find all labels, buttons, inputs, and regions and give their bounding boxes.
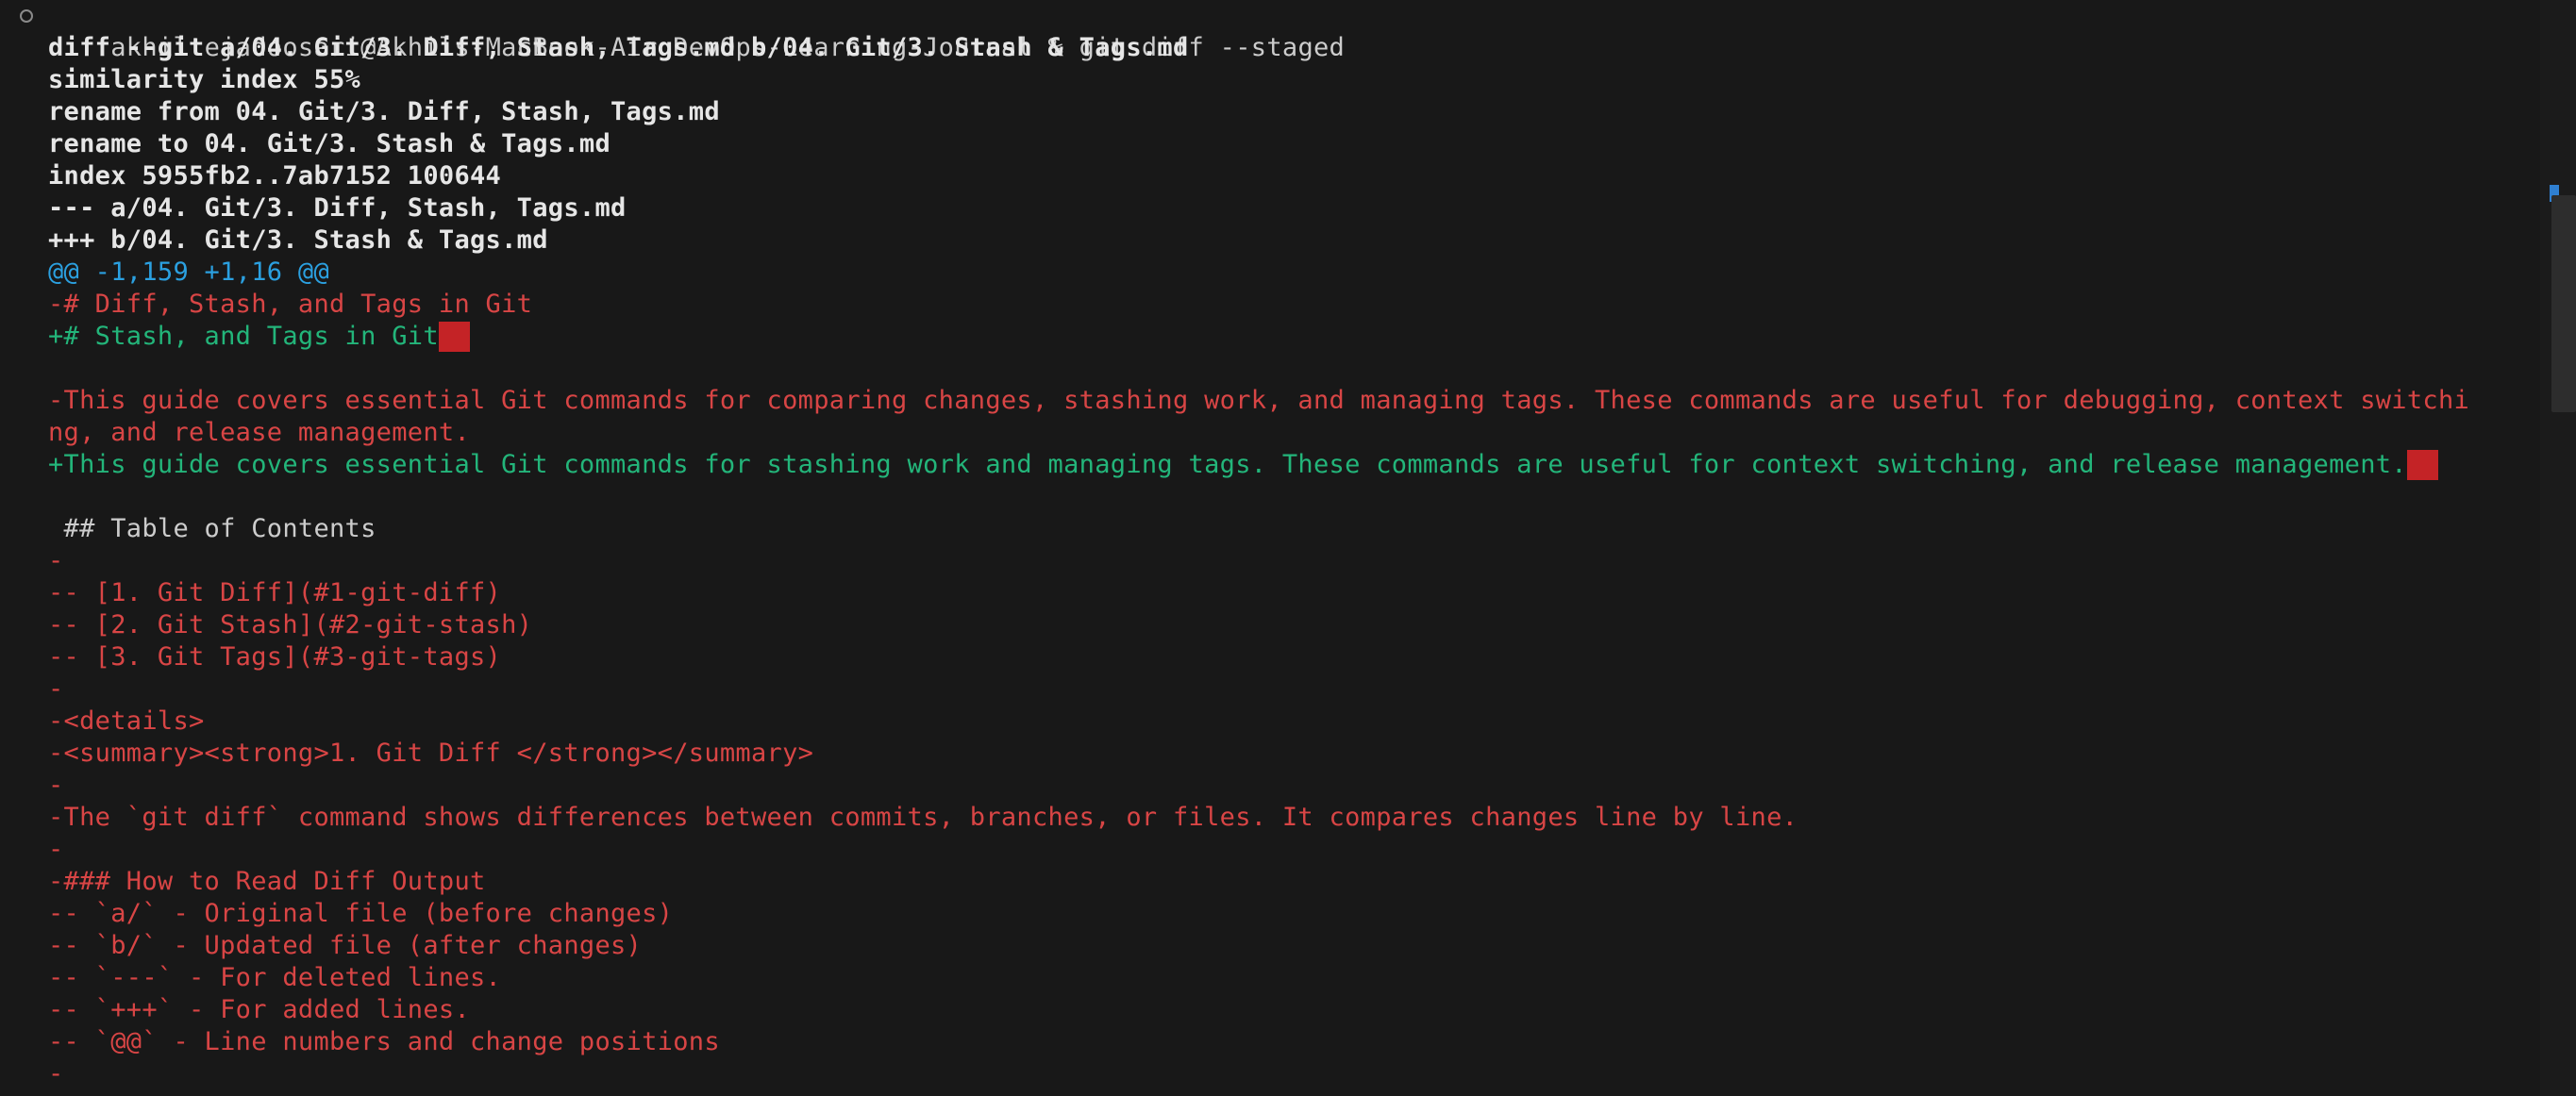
diff-line-text: @@ -1,159 +1,16 @@ (48, 257, 329, 287)
diff-line-del: - (0, 1058, 2540, 1090)
diff-line-text: ng, and release management. (48, 418, 470, 447)
diff-line-text: +# Stash, and Tags in Git (48, 322, 439, 351)
diff-line-text: -- `a/` - Original file (before changes) (48, 899, 674, 928)
prompt-status-circle-icon (20, 9, 33, 23)
diff-line-text: - (48, 771, 64, 800)
diff-line-text: -This guide covers essential Git command… (48, 386, 2470, 415)
diff-line-text: -<summary><strong>1. Git Diff </strong><… (48, 739, 814, 768)
diff-line-add: +This guide covers essential Git command… (0, 449, 2540, 481)
diff-line-meta: rename from 04. Git/3. Diff, Stash, Tags… (0, 96, 2540, 128)
diff-line-text: - (48, 835, 64, 864)
scrollbar-thumb[interactable] (2551, 195, 2576, 412)
diff-line-del: -- `+++` - For added lines. (0, 994, 2540, 1026)
diff-line-del: -### How to Read Diff Output (0, 866, 2540, 898)
diff-line-blank (0, 353, 2540, 385)
diff-line-del: -- [3. Git Tags](#3-git-tags) (0, 641, 2540, 673)
diff-line-text: -- `+++` - For added lines. (48, 995, 470, 1024)
command-prompt-line: akhiltejadoosari@Akhils-MacBook-Air DevO… (0, 0, 2540, 62)
diff-line-del: -- `---` - For deleted lines. (0, 962, 2540, 994)
diff-line-text: -- [1. Git Diff](#1-git-diff) (48, 578, 502, 607)
diff-line-text: -- [2. Git Stash](#2-git-stash) (48, 610, 533, 639)
diff-line-meta: similarity index 55% (0, 64, 2540, 96)
diff-line-text: - (48, 674, 64, 704)
diff-line-meta: --- a/04. Git/3. Diff, Stash, Tags.md (0, 192, 2540, 224)
diff-line-text: similarity index 55% (48, 65, 361, 94)
diff-line-del: -- `a/` - Original file (before changes) (0, 898, 2540, 930)
diff-line-text: -# Diff, Stash, and Tags in Git (48, 290, 533, 319)
diff-line-text: ## Table of Contents (48, 514, 376, 543)
diff-line-del: -This guide covers essential Git command… (0, 385, 2540, 417)
diff-line-text: -- `@@` - Line numbers and change positi… (48, 1027, 720, 1056)
diff-line-text: -- `b/` - Updated file (after changes) (48, 931, 643, 960)
diff-line-text: -- `---` - For deleted lines. (48, 963, 502, 992)
diff-line-del: - (0, 770, 2540, 802)
diff-line-text: --- a/04. Git/3. Diff, Stash, Tags.md (48, 193, 627, 223)
diff-line-del: - (0, 545, 2540, 577)
diff-line-meta: rename to 04. Git/3. Stash & Tags.md (0, 128, 2540, 160)
diff-line-del: ng, and release management. (0, 417, 2540, 449)
diff-line-ctx: ## Table of Contents (0, 513, 2540, 545)
diff-line-text: -<details> (48, 706, 205, 736)
diff-line-del: -The `git diff` command shows difference… (0, 802, 2540, 834)
diff-line-del: -<details> (0, 706, 2540, 738)
diff-line-text: -- [3. Git Tags](#3-git-tags) (48, 642, 502, 672)
diff-line-text: - (48, 1059, 64, 1088)
diff-line-text: diff --git a/04. Git/3. Diff, Stash, Tag… (48, 33, 1189, 62)
diff-line-del: -- `@@` - Line numbers and change positi… (0, 1026, 2540, 1058)
diff-line-del: -- [2. Git Stash](#2-git-stash) (0, 609, 2540, 641)
diff-line-text: -The `git diff` command shows difference… (48, 803, 1798, 832)
trailing-whitespace-marker (2406, 450, 2438, 480)
diff-line-add: +# Stash, and Tags in Git (0, 321, 2540, 353)
diff-line-text: index 5955fb2..7ab7152 100644 (48, 161, 502, 191)
diff-line-del: - (0, 834, 2540, 866)
trailing-whitespace-marker (438, 322, 470, 352)
diff-line-text: -### How to Read Diff Output (48, 867, 486, 896)
diff-output: diff --git a/04. Git/3. Diff, Stash, Tag… (0, 32, 2540, 1090)
diff-line-meta: +++ b/04. Git/3. Stash & Tags.md (0, 224, 2540, 257)
diff-line-text: - (48, 546, 64, 575)
diff-line-text: rename from 04. Git/3. Diff, Stash, Tags… (48, 97, 720, 126)
diff-line-text: +++ b/04. Git/3. Stash & Tags.md (48, 225, 548, 255)
diff-line-del: -- `b/` - Updated file (after changes) (0, 930, 2540, 962)
terminal-output[interactable]: akhiltejadoosari@Akhils-MacBook-Air DevO… (0, 0, 2540, 1096)
diff-line-del: -- [1. Git Diff](#1-git-diff) (0, 577, 2540, 609)
diff-line-text: +This guide covers essential Git command… (48, 450, 2407, 479)
diff-line-meta: diff --git a/04. Git/3. Diff, Stash, Tag… (0, 32, 2540, 64)
diff-line-hunk: @@ -1,159 +1,16 @@ (0, 257, 2540, 289)
diff-line-del: -<summary><strong>1. Git Diff </strong><… (0, 738, 2540, 770)
diff-line-del: -# Diff, Stash, and Tags in Git (0, 289, 2540, 321)
diff-line-del: - (0, 673, 2540, 706)
diff-line-blank (0, 481, 2540, 513)
diff-line-text: rename to 04. Git/3. Stash & Tags.md (48, 129, 611, 158)
diff-line-meta: index 5955fb2..7ab7152 100644 (0, 160, 2540, 192)
terminal-scrollbar[interactable] (2540, 0, 2576, 1096)
